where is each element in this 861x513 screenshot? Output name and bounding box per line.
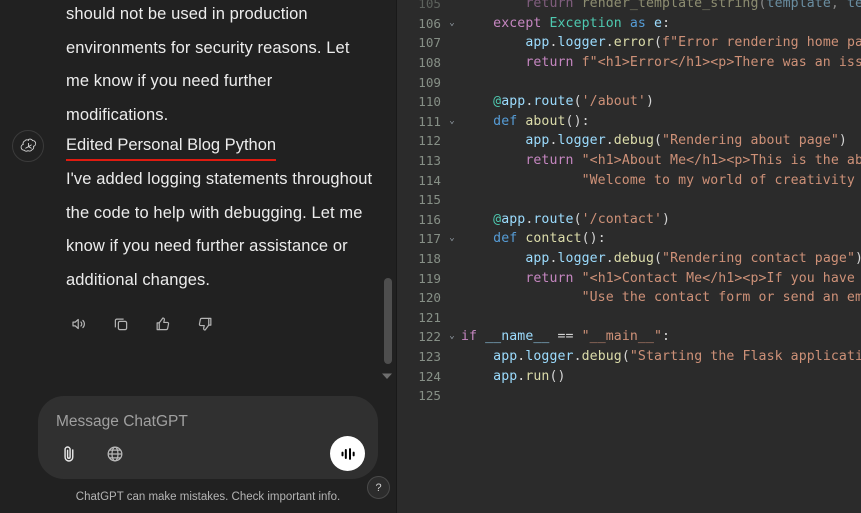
code-line-text: def about(): [461,114,590,129]
line-number: 111 [397,114,443,129]
chat-panel: should not be used in production environ… [0,0,396,513]
code-line-text: return render_template_string(template, … [461,0,861,11]
code-line: 122⌄if __name__ == "__main__": [397,327,861,347]
code-line-text: app.logger.error(f"Error rendering home … [461,35,861,50]
line-number: 107 [397,35,443,50]
code-line-text: if __name__ == "__main__": [461,329,670,344]
message-composer[interactable]: Message ChatGPT [38,396,378,479]
line-number: 124 [397,369,443,384]
thumbs-down-button[interactable] [192,311,218,337]
code-line: 110⌄ @app.route('/about') [397,92,861,112]
line-number: 125 [397,388,443,403]
speaker-icon [70,315,88,333]
line-number: 115 [397,192,443,207]
code-line: 109⌄ [397,72,861,92]
read-aloud-button[interactable] [66,311,92,337]
code-line: 125⌄ [397,386,861,406]
composer-area: Message ChatGPT [0,388,396,513]
line-number: 108 [397,55,443,70]
code-line-text: @app.route('/about') [461,94,654,109]
line-number: 122 [397,329,443,344]
fold-chevron-down-icon[interactable]: ⌄ [443,19,461,28]
search-web-button[interactable] [100,439,130,469]
fold-chevron-down-icon[interactable]: ⌄ [443,234,461,243]
code-line-text: app.logger.debug("Rendering about page") [461,133,847,148]
code-line: 119⌄ return "<h1>Contact Me</h1><p>If yo… [397,268,861,288]
code-line-text: return f"<h1>Error</h1><p>There was an i… [461,55,861,70]
code-line: 117⌄ def contact(): [397,229,861,249]
assistant-message-latest: Edited Personal Blog Python I've added l… [0,132,396,297]
waveform-icon [338,444,358,464]
code-line: 116⌄ @app.route('/contact') [397,210,861,230]
scroll-down-chevron-icon[interactable] [381,370,393,382]
line-number: 118 [397,251,443,266]
line-number: 117 [397,231,443,246]
code-line-text: app.logger.debug("Rendering contact page… [461,251,861,266]
line-number: 123 [397,349,443,364]
line-number: 112 [397,133,443,148]
code-line: 106⌄ except Exception as e: [397,14,861,34]
help-button[interactable]: ? [367,476,390,499]
code-line: 123⌄ app.logger.debug("Starting the Flas… [397,347,861,367]
code-editor-panel[interactable]: 105⌄ return render_template_string(templ… [396,0,861,513]
thumbs-up-button[interactable] [150,311,176,337]
line-number: 113 [397,153,443,168]
code-line: 113⌄ return "<h1>About Me</h1><p>This is… [397,151,861,171]
line-number: 114 [397,173,443,188]
attach-file-button[interactable] [54,439,84,469]
message-input-placeholder[interactable]: Message ChatGPT [56,412,362,432]
line-number: 116 [397,212,443,227]
code-line-text: "Use the contact form or send an email." [461,290,861,305]
message-action-row [0,297,396,337]
code-line: 114⌄ "Welcome to my world of creativity … [397,170,861,190]
line-number: 105 [397,0,443,11]
line-number: 120 [397,290,443,305]
code-lines-container: 105⌄ return render_template_string(templ… [397,0,861,405]
line-number: 106 [397,16,443,31]
code-line-text: return "<h1>About Me</h1><p>This is the … [461,153,861,168]
assistant-message-text: should not be used in production environ… [66,0,374,132]
fold-chevron-down-icon[interactable]: ⌄ [443,332,461,341]
copy-button[interactable] [108,311,134,337]
code-line-text: def contact(): [461,231,606,246]
fold-chevron-down-icon[interactable]: ⌄ [443,117,461,126]
line-number: 119 [397,271,443,286]
line-number: 121 [397,310,443,325]
disclaimer-text: ChatGPT can make mistakes. Check importa… [38,489,378,505]
code-line: 118⌄ app.logger.debug("Rendering contact… [397,249,861,269]
assistant-message-previous: should not be used in production environ… [0,0,396,132]
composer-tool-row [54,439,130,469]
chat-message-scroll-area[interactable]: should not be used in production environ… [0,0,396,388]
code-line-text: return "<h1>Contact Me</h1><p>If you hav… [461,271,861,286]
code-line: 124⌄ app.run() [397,366,861,386]
code-line: 115⌄ [397,190,861,210]
thumbs-up-icon [154,315,172,333]
paperclip-icon [59,444,79,464]
code-line: 108⌄ return f"<h1>Error</h1><p>There was… [397,53,861,73]
code-line: 111⌄ def about(): [397,112,861,132]
thumbs-down-icon [196,315,214,333]
code-line-text: app.run() [461,369,566,384]
line-number: 109 [397,75,443,90]
chat-scrollbar-thumb[interactable] [384,278,392,364]
code-line: 120⌄ "Use the contact form or send an em… [397,288,861,308]
code-line-text: except Exception as e: [461,16,670,31]
code-line-text: "Welcome to my world of creativity and t… [461,173,861,188]
voice-mode-button[interactable] [330,436,365,471]
artifact-title-edited-personal-blog-python[interactable]: Edited Personal Blog Python [66,132,276,158]
code-line: 112⌄ app.logger.debug("Rendering about p… [397,131,861,151]
code-line-text: @app.route('/contact') [461,212,670,227]
code-line: 107⌄ app.logger.error(f"Error rendering … [397,33,861,53]
copy-icon [112,315,130,333]
chatgpt-with-code-canvas: should not be used in production environ… [0,0,861,513]
code-line: 105⌄ return render_template_string(templ… [397,0,861,14]
code-line-text: app.logger.debug("Starting the Flask app… [461,349,861,364]
globe-icon [105,444,125,464]
line-number: 110 [397,94,443,109]
code-line: 121⌄ [397,308,861,328]
assistant-message-text: I've added logging statements throughout… [66,163,374,297]
